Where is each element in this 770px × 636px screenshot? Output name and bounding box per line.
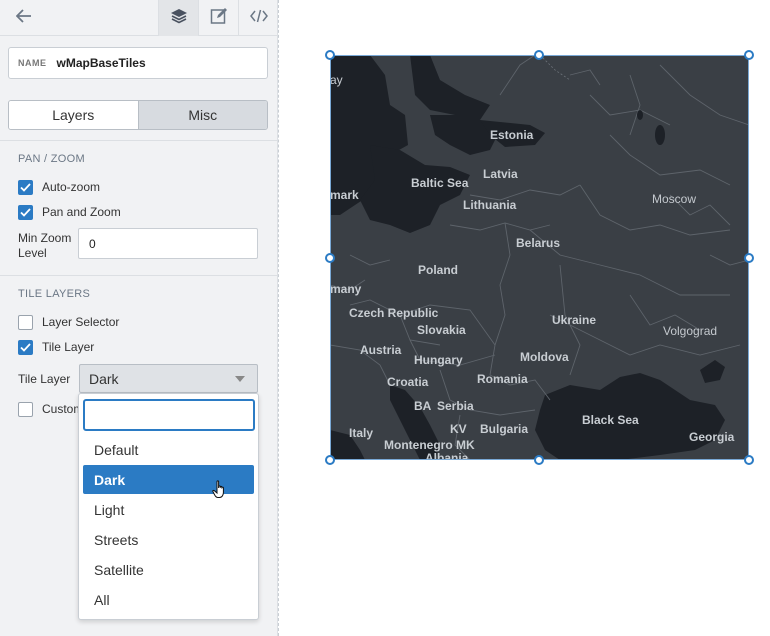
auto-zoom-checkbox[interactable]	[18, 179, 33, 195]
map-label: Lithuania	[463, 198, 517, 212]
resize-handle-top-left[interactable]	[325, 50, 335, 60]
map-label: Austria	[360, 343, 402, 357]
pan-and-zoom-row: Pan and Zoom	[18, 203, 121, 221]
map-label: Latvia	[483, 167, 518, 181]
resize-handle-top-right[interactable]	[744, 50, 754, 60]
map-label: Hungary	[414, 353, 463, 367]
resize-handle-left[interactable]	[325, 253, 335, 263]
pan-and-zoom-checkbox[interactable]	[18, 204, 33, 220]
custom-row: Custom	[18, 400, 83, 418]
map-label: Croatia	[387, 375, 429, 389]
chevron-down-icon	[235, 376, 245, 382]
tab-code[interactable]	[238, 0, 278, 36]
map-label: Georgia	[689, 430, 735, 444]
resize-handle-bottom-right[interactable]	[744, 455, 754, 465]
auto-zoom-row: Auto-zoom	[18, 178, 100, 196]
map-label: Romania	[477, 372, 528, 386]
map-widget[interactable]: ay Estonia Baltic Sea Latvia mark Moscow…	[325, 50, 754, 465]
pan-and-zoom-label: Pan and Zoom	[42, 205, 121, 219]
map-tiles	[330, 55, 749, 460]
map-label: Czech Republic	[349, 306, 439, 320]
dropdown-option-all[interactable]: All	[83, 585, 254, 614]
map-label: Slovakia	[417, 323, 466, 337]
map-label: Italy	[349, 426, 374, 440]
tile-layers-section-title: TILE LAYERS	[18, 288, 91, 300]
dropdown-option-default[interactable]: Default	[83, 435, 254, 464]
map-label: Montenegro	[384, 438, 453, 452]
map-label: MK	[456, 438, 475, 452]
map-label: Black Sea	[582, 413, 639, 427]
panel-toolbar	[0, 0, 278, 36]
dropdown-option-light[interactable]: Light	[83, 495, 254, 524]
map-label: ay	[330, 73, 343, 87]
hand-cursor-icon	[212, 480, 228, 504]
map-label: BA	[414, 399, 432, 413]
map-label: Moscow	[652, 192, 697, 206]
layers-icon	[170, 8, 188, 29]
tile-layer-checkbox-label: Tile Layer	[42, 340, 95, 354]
resize-handle-bottom-left[interactable]	[325, 455, 335, 465]
map-label: Baltic Sea	[411, 176, 469, 190]
auto-zoom-label: Auto-zoom	[42, 180, 101, 194]
map-label: mark	[330, 188, 359, 202]
map-label: Poland	[418, 263, 459, 277]
tab-edit[interactable]	[198, 0, 238, 36]
tile-layer-dropdown: Default Dark Light Streets Satellite All	[78, 393, 259, 620]
check-icon	[20, 182, 31, 192]
tile-layer-select-value: Dark	[89, 370, 119, 387]
map-label: Serbia	[437, 399, 474, 413]
tile-layer-row: Tile Layer	[18, 338, 94, 356]
resize-handle-bottom[interactable]	[534, 455, 544, 465]
map-canvas[interactable]: ay Estonia Baltic Sea Latvia mark Moscow…	[330, 55, 749, 460]
check-icon	[20, 342, 31, 352]
layers-tab-button[interactable]: Layers	[9, 101, 138, 129]
widget-name-field[interactable]: NAME wMapBaseTiles	[8, 47, 268, 79]
map-label: many	[330, 282, 362, 296]
map-label: Volgograd	[663, 324, 718, 338]
map-label: Moldova	[520, 350, 569, 364]
check-icon	[20, 207, 31, 217]
custom-checkbox[interactable]	[18, 401, 33, 417]
map-label: Ukraine	[552, 313, 597, 327]
dropdown-option-streets[interactable]: Streets	[83, 525, 254, 554]
divider	[0, 275, 278, 276]
tile-layer-select[interactable]: Dark	[79, 364, 258, 393]
resize-handle-top[interactable]	[534, 50, 544, 60]
name-value[interactable]: wMapBaseTiles	[57, 56, 146, 70]
code-icon	[249, 9, 268, 28]
map-label: Bulgaria	[480, 422, 529, 436]
layers-misc-toggle: Layers Misc	[8, 100, 268, 130]
min-zoom-level-input[interactable]: 0	[78, 228, 258, 259]
dropdown-search-input[interactable]	[83, 399, 255, 431]
panel-edge	[278, 0, 279, 636]
dropdown-option-satellite[interactable]: Satellite	[83, 555, 254, 584]
divider	[0, 140, 278, 141]
misc-tab-button[interactable]: Misc	[137, 101, 267, 129]
map-label: KV	[450, 422, 467, 436]
pan-zoom-section-title: PAN / ZOOM	[18, 153, 85, 165]
edit-icon	[210, 7, 228, 30]
min-zoom-level-label: Min Zoom Level	[18, 231, 72, 260]
dropdown-option-dark[interactable]: Dark	[83, 465, 254, 494]
map-label: Albania	[425, 451, 469, 460]
tab-layers[interactable]	[158, 0, 198, 36]
name-label: NAME	[18, 58, 47, 68]
arrow-left-icon	[15, 8, 32, 28]
layer-selector-row: Layer Selector	[18, 313, 119, 331]
tile-layer-checkbox[interactable]	[18, 339, 33, 355]
layer-selector-label: Layer Selector	[42, 315, 120, 329]
tile-layer-select-label: Tile Layer	[18, 372, 71, 386]
map-label: Belarus	[516, 236, 561, 250]
layer-selector-checkbox[interactable]	[18, 314, 33, 330]
map-label: Estonia	[490, 128, 534, 142]
back-button[interactable]	[10, 6, 38, 30]
resize-handle-right[interactable]	[744, 253, 754, 263]
